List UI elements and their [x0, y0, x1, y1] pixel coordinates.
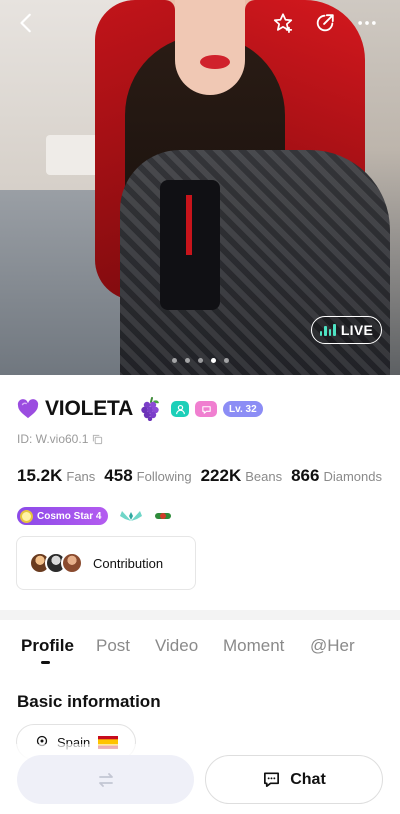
following-count[interactable]: 458	[104, 466, 132, 486]
beans-count: 222K	[200, 466, 242, 485]
chat-button[interactable]: Chat	[205, 755, 383, 804]
cosmo-star-label: Cosmo Star 4	[37, 510, 102, 522]
page-dot-active	[210, 358, 216, 363]
person-icon	[175, 404, 185, 414]
profile-photo[interactable]: LIVE	[0, 0, 400, 375]
cosmo-gem-icon	[20, 509, 33, 523]
tab-moment[interactable]: Moment	[223, 636, 284, 656]
page-dot	[197, 358, 203, 363]
cosmo-star-badge[interactable]: Cosmo Star 4	[17, 507, 109, 525]
photo-subject	[175, 0, 245, 95]
star-add-icon	[273, 13, 293, 34]
heart-icon	[17, 399, 39, 419]
achievement-badges: Cosmo Star 4	[17, 507, 172, 525]
level-badge: Lv. 32	[223, 401, 263, 417]
page-dot	[171, 358, 177, 363]
more-button[interactable]	[350, 6, 384, 40]
profile-name-row: VIOLETA Lv. 32	[17, 396, 263, 422]
section-divider	[0, 610, 400, 620]
back-icon	[20, 13, 31, 33]
more-icon	[358, 21, 376, 25]
tab-video[interactable]: Video	[155, 636, 198, 656]
beans-label: Beans	[245, 469, 283, 484]
share-icon	[316, 14, 334, 32]
page-dot	[223, 358, 229, 363]
fans-count[interactable]: 15.2K	[17, 466, 62, 486]
live-bars-icon	[319, 324, 336, 336]
copy-icon[interactable]	[92, 434, 103, 445]
photo-subject	[186, 195, 192, 255]
basic-info-title: Basic information	[17, 692, 161, 711]
verified-badge	[171, 401, 190, 417]
back-button[interactable]	[10, 6, 44, 40]
profile-stats: 15.2K Fans 458 Following 222K Beans 866 …	[17, 466, 391, 486]
contribution-card[interactable]: Contribution	[16, 536, 196, 590]
chat-icon	[264, 772, 280, 788]
share-button[interactable]	[308, 6, 342, 40]
wings-icon[interactable]	[118, 507, 144, 525]
live-badge[interactable]: LIVE	[311, 316, 382, 344]
follow-swap-icon	[98, 772, 113, 787]
medal-icon[interactable]	[154, 510, 172, 522]
photo-page-indicator	[0, 358, 400, 363]
active-tab-indicator	[41, 661, 50, 664]
fans-label[interactable]: Fans	[66, 469, 95, 484]
follow-button[interactable]	[17, 755, 194, 804]
tab-post[interactable]: Post	[96, 636, 130, 656]
page-dot	[184, 358, 190, 363]
top-contributor-avatars	[29, 552, 83, 574]
avatar	[61, 552, 83, 574]
favorite-button[interactable]	[266, 6, 300, 40]
user-id: ID: W.vio60.1	[17, 432, 89, 446]
contribution-label: Contribution	[93, 555, 164, 571]
diamonds-count: 866	[291, 466, 320, 485]
tab-profile[interactable]: Profile	[21, 636, 74, 656]
profile-name: VIOLETA	[45, 397, 134, 420]
user-id-row: ID: W.vio60.1	[17, 432, 103, 446]
chat-bubble-icon	[201, 405, 211, 414]
friends-badge	[195, 401, 218, 417]
tab-her[interactable]: @Her	[310, 636, 355, 656]
live-label: LIVE	[340, 322, 374, 338]
profile-tabs: Profile Post Video Moment @Her	[0, 636, 400, 670]
photo-subject	[200, 55, 230, 69]
grape-icon	[141, 397, 160, 421]
chat-label: Chat	[290, 770, 326, 788]
diamonds-label: Diamonds	[323, 469, 382, 484]
following-label[interactable]: Following	[137, 469, 192, 484]
